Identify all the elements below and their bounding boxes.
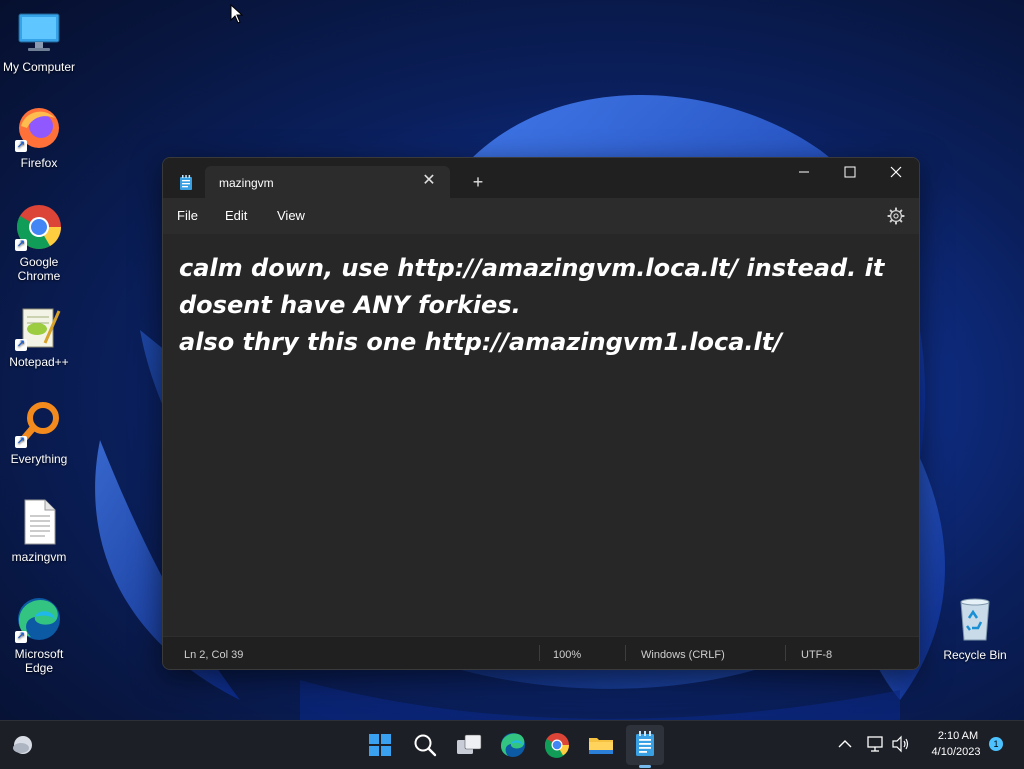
tab-close-icon[interactable]: ✕ (420, 172, 438, 190)
desktop-icon-mazingvm[interactable]: mazingvm (0, 498, 78, 564)
text-file-icon (15, 498, 63, 546)
search-icon[interactable] (409, 729, 441, 761)
close-button[interactable] (873, 158, 919, 190)
status-divider (625, 645, 626, 661)
desktop-icon-label: Google Chrome (17, 255, 61, 283)
chevron-up-icon[interactable] (837, 737, 853, 751)
menu-file[interactable]: File (177, 208, 198, 223)
notepadpp-icon: ↗ (15, 303, 63, 351)
desktop-icon-label: Recycle Bin (943, 648, 1007, 662)
title-bar[interactable]: mazingvm ✕ + (163, 158, 919, 198)
new-tab-button[interactable]: + (468, 172, 488, 192)
mouse-cursor-icon (230, 4, 244, 24)
menu-bar: File Edit View (163, 198, 919, 234)
shortcut-arrow-icon: ↗ (15, 339, 27, 351)
desktop-icon-chrome[interactable]: ↗ Google Chrome (0, 203, 78, 283)
taskbar-notepad-button[interactable] (626, 725, 664, 765)
tab-mazingvm[interactable]: mazingvm ✕ (205, 166, 450, 198)
shortcut-arrow-icon: ↗ (15, 631, 27, 643)
start-icon[interactable] (364, 729, 396, 761)
desktop-icon-notepadpp[interactable]: ↗ Notepad++ (0, 303, 78, 369)
minimize-icon (799, 171, 809, 173)
edge-icon[interactable] (497, 729, 529, 761)
weather-icon[interactable] (10, 733, 36, 757)
shortcut-arrow-icon: ↗ (15, 140, 27, 152)
editor-content[interactable]: calm down, use http://amazingvm.loca.lt/… (179, 250, 901, 361)
desktop-icon-label: Notepad++ (9, 355, 69, 369)
shortcut-arrow-icon: ↗ (15, 239, 27, 251)
desktop-icon-firefox[interactable]: ↗ Firefox (0, 104, 78, 170)
tab-title: mazingvm (219, 176, 274, 190)
task-view-icon[interactable] (453, 729, 485, 761)
network-icon[interactable] (866, 735, 886, 753)
status-cursor-position: Ln 2, Col 39 (184, 649, 244, 661)
desktop-icon-recycle-bin[interactable]: Recycle Bin (936, 596, 1014, 662)
file-explorer-icon[interactable] (585, 729, 617, 761)
desktop-icon-label: My Computer (2, 60, 76, 74)
status-zoom: 100% (553, 649, 582, 661)
maximize-button[interactable] (827, 158, 873, 190)
status-line-ending: Windows (CRLF) (641, 649, 725, 661)
desktop-icon-everything[interactable]: ↗ Everything (0, 400, 78, 466)
status-bar: Ln 2, Col 39 100% Windows (CRLF) UTF-8 (163, 636, 919, 669)
status-encoding: UTF-8 (801, 649, 833, 661)
chrome-icon[interactable] (541, 729, 573, 761)
menu-edit[interactable]: Edit (225, 208, 247, 223)
desktop-icon-label: Firefox (20, 156, 58, 170)
notepad-window[interactable]: mazingvm ✕ + File Edit View calm down, u… (162, 157, 920, 670)
menu-view[interactable]: View (277, 208, 305, 223)
desktop-icon-my-computer[interactable]: My Computer (0, 8, 78, 74)
clock-date[interactable]: 4/10/2023 (924, 746, 988, 758)
notepad-icon (180, 175, 192, 190)
desktop-icon-label: Microsoft Edge (14, 647, 64, 675)
status-divider (539, 645, 540, 661)
desktop-icon-edge[interactable]: ↗ Microsoft Edge (0, 595, 78, 675)
minimize-button[interactable] (781, 158, 827, 190)
everything-search-icon: ↗ (15, 400, 63, 448)
desktop-icon-label: mazingvm (11, 550, 67, 564)
chrome-icon: ↗ (15, 203, 63, 251)
notepad-icon (636, 731, 654, 756)
taskbar: 2:10 AM 4/10/2023 (0, 720, 1024, 769)
text-editor[interactable]: calm down, use http://amazingvm.loca.lt/… (163, 234, 919, 636)
recycle-bin-icon (951, 596, 999, 644)
shortcut-arrow-icon: ↗ (15, 436, 27, 448)
clock-time[interactable]: 2:10 AM (928, 730, 988, 742)
firefox-icon: ↗ (15, 104, 63, 152)
status-divider (785, 645, 786, 661)
volume-icon[interactable] (891, 735, 911, 753)
maximize-icon (844, 166, 856, 178)
notification-badge[interactable]: 1 (989, 737, 1003, 751)
desktop-icon-label: Everything (10, 452, 68, 466)
monitor-icon (15, 8, 63, 56)
settings-gear-icon[interactable] (887, 207, 905, 225)
edge-icon: ↗ (15, 595, 63, 643)
close-icon (890, 166, 902, 178)
